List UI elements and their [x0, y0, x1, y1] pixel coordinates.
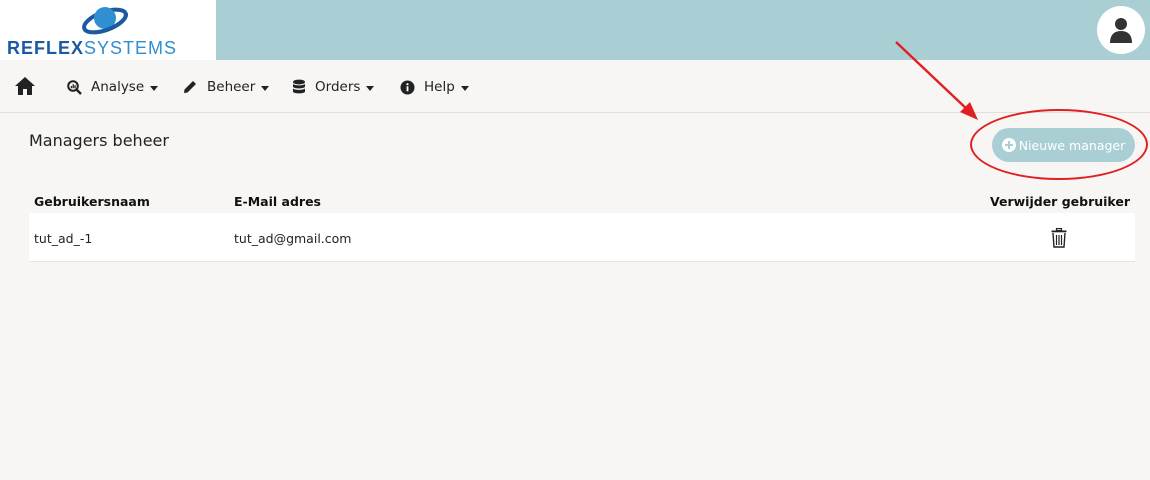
delete-user-button[interactable]: [1051, 227, 1067, 252]
database-icon: [293, 79, 305, 94]
page-title: Managers beheer: [29, 131, 169, 150]
trash-icon: [1051, 227, 1067, 248]
chevron-down-icon: [261, 85, 270, 91]
brand-name-bold: REFLEX: [7, 38, 85, 58]
cell-username: tut_ad_-1: [34, 231, 93, 246]
user-icon: [1110, 18, 1132, 43]
column-header-delete: Verwijder gebruiker: [990, 194, 1131, 209]
nav-beheer-label: Beheer: [207, 79, 256, 95]
column-header-username: Gebruikersnaam: [34, 194, 150, 209]
nav-help-label: Help: [424, 79, 455, 95]
pencil-icon: [184, 81, 196, 93]
brand-name-light: SYSTEMS: [84, 38, 178, 58]
nav-analyse[interactable]: Analyse: [67, 77, 159, 97]
chevron-down-icon: [460, 85, 469, 91]
search-chart-icon: [67, 79, 82, 95]
nav-orders-label: Orders: [315, 79, 361, 95]
annotation-ellipse: [970, 109, 1148, 180]
info-icon: [400, 80, 415, 94]
table-row: tut_ad_-1 tut_ad@gmail.com: [29, 213, 1135, 262]
globe-emblem-icon: [82, 7, 128, 35]
chevron-down-icon: [150, 85, 159, 91]
brand-wordmark: REFLEXSYSTEMS: [7, 38, 177, 59]
nav-orders[interactable]: Orders: [292, 77, 375, 97]
home-button[interactable]: [14, 76, 36, 100]
column-header-email: E-Mail adres: [234, 194, 321, 209]
cell-email: tut_ad@gmail.com: [234, 231, 352, 246]
chevron-down-icon: [366, 85, 375, 91]
brand-logo[interactable]: REFLEXSYSTEMS: [0, 0, 216, 60]
home-icon: [15, 77, 35, 95]
nav-analyse-label: Analyse: [91, 79, 145, 95]
annotation-arrow-icon: [895, 41, 978, 120]
nav-beheer[interactable]: Beheer: [182, 77, 270, 97]
user-avatar-button[interactable]: [1097, 6, 1145, 54]
nav-help[interactable]: Help: [400, 77, 469, 97]
